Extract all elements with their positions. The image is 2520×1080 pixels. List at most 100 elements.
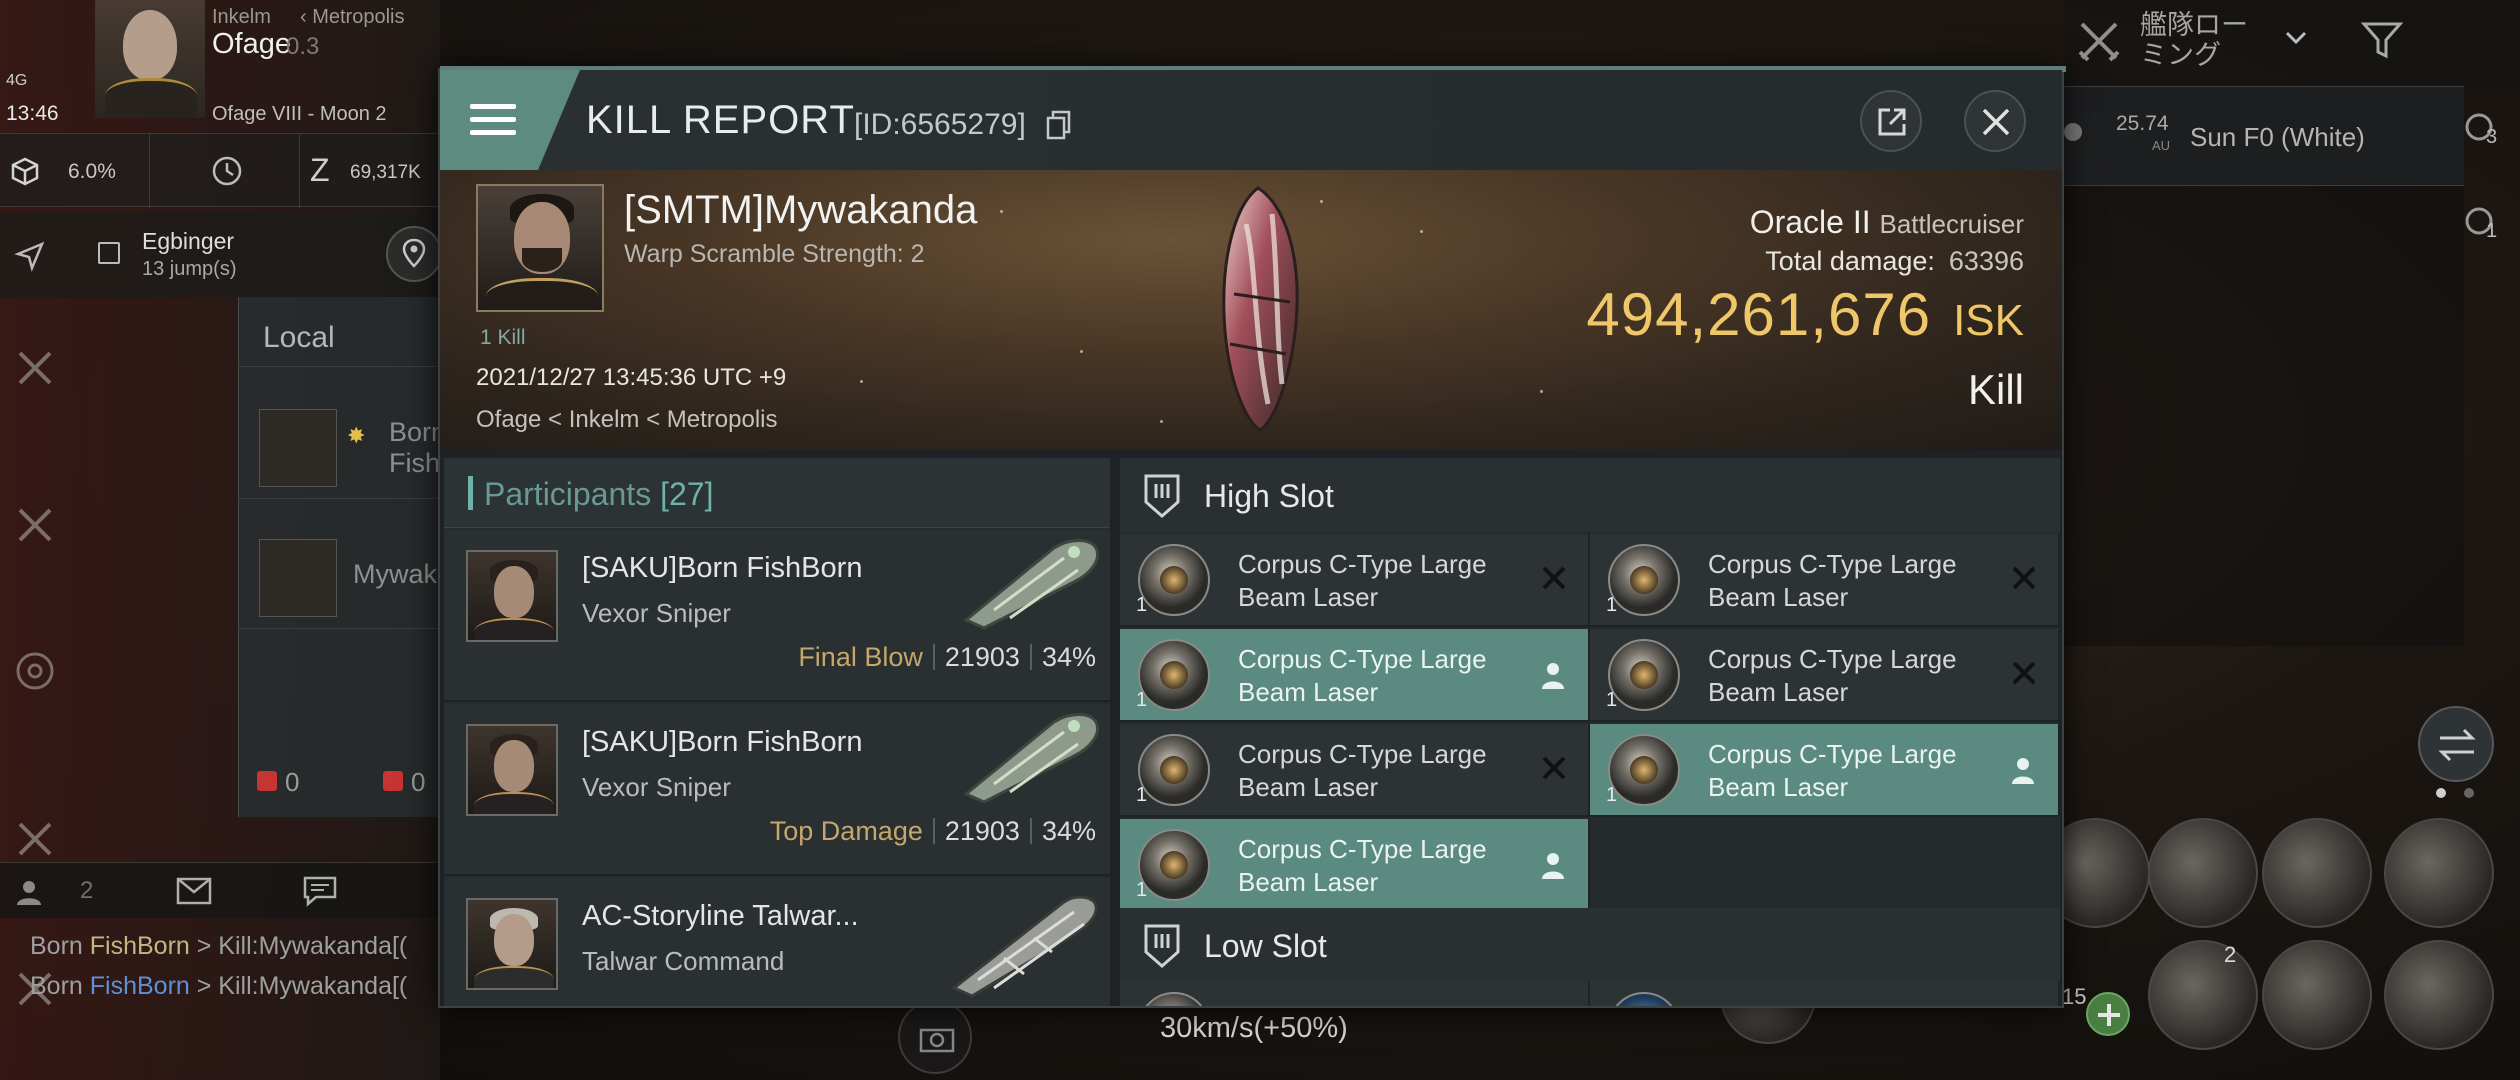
fleet-mode-label[interactable]: 艦隊ローミング [2140, 10, 2260, 70]
menu-button[interactable] [440, 70, 580, 170]
cargo-stat[interactable]: 6.0% [0, 134, 150, 208]
high-slot-item[interactable]: 1 Corpus C-Type Large Beam Laser [1590, 724, 2060, 817]
module-slot[interactable] [2384, 818, 2494, 928]
hostile-flag-icon [257, 771, 277, 791]
local-chat-panel[interactable]: Local ✸ Born Fish Mywak 0 0 [238, 297, 449, 817]
copy-icon[interactable] [1046, 110, 1072, 140]
module-slot[interactable] [2262, 818, 2372, 928]
close-x-icon[interactable] [12, 502, 58, 548]
ship-icon [963, 539, 1099, 630]
module-icon [1608, 992, 1680, 1006]
chat-toolbar: 2 [0, 862, 440, 918]
crossed-swords-icon[interactable] [2076, 18, 2122, 64]
low-slot-icon [1144, 924, 1180, 968]
ship-icon [951, 895, 1098, 998]
avatar [259, 539, 337, 617]
wallet-stat[interactable]: Z 69,317K [300, 134, 440, 208]
signal-indicator: 4G [6, 72, 28, 89]
route-checkbox[interactable] [98, 242, 120, 264]
section-bar [468, 476, 473, 510]
camera-icon [919, 1028, 955, 1053]
kill-summary: [SMTM]Mywakanda Warp Scramble Strength: … [440, 170, 2062, 450]
local-header: Local [239, 297, 449, 367]
participants-count: [27] [660, 476, 714, 512]
chat-text[interactable]: > Kill:Mywakanda[( [190, 972, 408, 1000]
status-bar: 6.0% Z 69,317K [0, 133, 440, 208]
victim-portrait[interactable] [476, 184, 604, 312]
target-icon[interactable] [12, 648, 58, 694]
participant-row[interactable]: [SAKU]Born FishBorn Vexor Sniper Top Dam… [444, 704, 1110, 876]
page-dot[interactable] [2436, 788, 2446, 798]
chat-sender[interactable]: FishBorn [90, 972, 190, 1000]
module-slot[interactable] [2262, 940, 2372, 1050]
mail-icon[interactable] [176, 877, 212, 905]
system-name[interactable]: Ofage [212, 28, 291, 61]
high-slot-item[interactable]: 1 Corpus C-Type Large Beam Laser [1590, 534, 2060, 627]
low-slot-item[interactable] [1120, 982, 1590, 1006]
chat-sender[interactable]: FishBorn [90, 932, 190, 960]
close-x-icon[interactable] [12, 345, 58, 391]
participant-name: [SAKU]Born FishBorn [582, 726, 863, 758]
participants-label: Participants [484, 476, 652, 512]
participant-row[interactable]: [SAKU]Born FishBorn Vexor Sniper Final B… [444, 530, 1110, 702]
chat-text[interactable]: > Kill:Mywakanda[( [190, 932, 408, 960]
navigation-arrow-icon [14, 241, 45, 272]
chevron-down-icon[interactable] [2284, 30, 2308, 46]
local-row[interactable]: ✸ Born Fish [239, 389, 449, 499]
pilot-portrait[interactable] [95, 0, 205, 118]
destroyed-x-icon [2012, 661, 2036, 685]
dialog-header: KILL REPORT [ID:6565279] [440, 70, 2062, 170]
participant-damage: 21903 [944, 642, 1020, 672]
wallet-value: 69,317K [350, 162, 421, 183]
close-x-icon[interactable] [12, 816, 58, 862]
share-icon [1878, 108, 1906, 136]
module-quantity: 1 [1606, 689, 1618, 711]
module-slot[interactable] [2384, 940, 2494, 1050]
low-slot-item[interactable] [1590, 982, 2060, 1006]
isk-unit: ISK [1953, 296, 2024, 345]
filter-icon[interactable] [2360, 18, 2404, 62]
report-id: [ID:6565279] [854, 108, 1026, 141]
region-label: Inkelm [212, 6, 271, 28]
camera-button[interactable] [898, 1000, 972, 1074]
isk-value-row: 494,261,676 ISK [1586, 280, 2024, 349]
close-button[interactable] [1964, 90, 2026, 152]
person-icon [2012, 758, 2034, 784]
module-slot[interactable] [2148, 940, 2258, 1050]
victim-name[interactable]: [SMTM]Mywakanda [624, 188, 977, 233]
timer-icon [212, 156, 242, 186]
module-name: Corpus C-Type Large Beam Laser [1238, 739, 1487, 802]
module-slot[interactable] [2148, 818, 2258, 928]
high-slot-item[interactable]: 1 Corpus C-Type Large Beam Laser [1120, 534, 1590, 627]
sun-distance: 25.74 [2116, 112, 2169, 135]
add-module-button[interactable] [2086, 992, 2130, 1036]
local-row[interactable]: Mywak [239, 519, 449, 629]
victim-ship-name[interactable]: Oracle II Battlecruiser [1750, 204, 2024, 241]
module-icon [1608, 734, 1680, 806]
victim-ship-image[interactable] [1206, 184, 1316, 434]
module-quantity: 1 [1136, 784, 1148, 806]
module-icon [1138, 829, 1210, 901]
page-dot[interactable] [2464, 788, 2474, 798]
local-title: Local [263, 321, 335, 354]
module-name: Corpus C-Type Large Beam Laser [1708, 644, 1957, 707]
route-panel[interactable]: Egbinger 13 jump(s) [0, 212, 442, 298]
chat-bubble-icon[interactable] [302, 875, 338, 907]
high-slot-item[interactable]: 1 Corpus C-Type Large Beam Laser [1120, 629, 1590, 722]
sun-bullet-icon [2064, 123, 2082, 141]
participant-row[interactable]: AC-Storyline Talwar... Talwar Command [444, 878, 1110, 1006]
kill-location[interactable]: Ofage < Inkelm < Metropolis [476, 406, 777, 434]
map-pin-icon[interactable] [386, 226, 442, 282]
kill-report-dialog: KILL REPORT [ID:6565279] [SMTM]Mywakanda… [438, 66, 2066, 1008]
high-slot-item[interactable]: 1 Corpus C-Type Large Beam Laser [1120, 819, 1590, 912]
share-button[interactable] [1860, 90, 1922, 152]
swap-button[interactable] [2418, 706, 2494, 782]
person-icon[interactable] [14, 877, 44, 907]
game-screen: Inkelm ‹ Metropolis Ofage 0.3 4G 13:46 O… [0, 0, 2520, 1080]
timer-stat[interactable] [150, 134, 300, 208]
module-quantity: 1 [1606, 594, 1618, 616]
participant-name: [SAKU]Born FishBorn [582, 552, 863, 584]
participants-panel[interactable]: Participants [27] [SAKU]Born FishBorn Ve… [444, 458, 1110, 1006]
high-slot-item[interactable]: 1 Corpus C-Type Large Beam Laser [1120, 724, 1590, 817]
high-slot-item[interactable]: 1 Corpus C-Type Large Beam Laser [1590, 629, 2060, 722]
